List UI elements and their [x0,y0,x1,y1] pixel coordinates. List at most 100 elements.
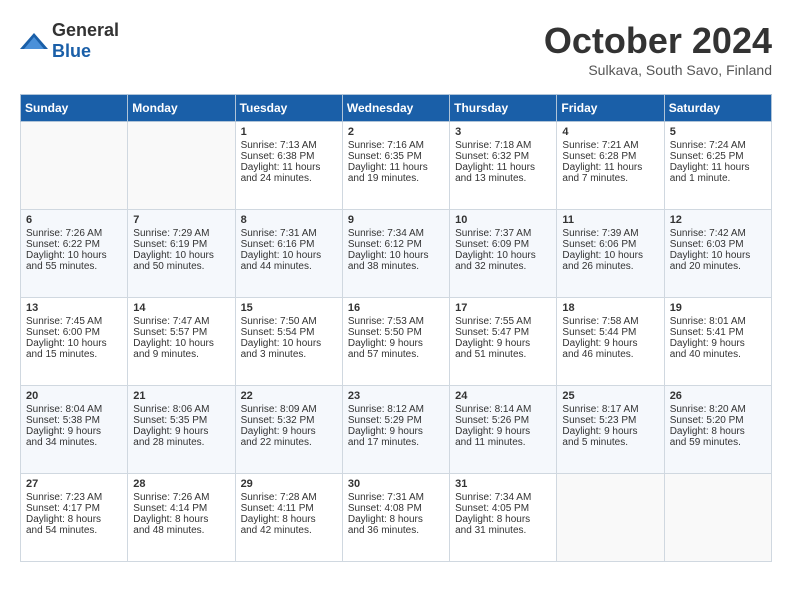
calendar-cell: 4Sunrise: 7:21 AMSunset: 6:28 PMDaylight… [557,122,664,210]
day-info-line: and 3 minutes. [241,349,337,360]
day-info-line: Sunset: 5:26 PM [455,415,551,426]
day-info-line: and 48 minutes. [133,525,229,536]
day-info-line: and 42 minutes. [241,525,337,536]
calendar-cell: 18Sunrise: 7:58 AMSunset: 5:44 PMDayligh… [557,298,664,386]
day-number: 24 [455,390,551,402]
calendar-cell: 17Sunrise: 7:55 AMSunset: 5:47 PMDayligh… [450,298,557,386]
day-info-line: Sunrise: 7:31 AM [241,228,337,239]
day-info-line: Sunrise: 7:55 AM [455,316,551,327]
day-info-line: Sunset: 6:03 PM [670,239,766,250]
day-info-line: Sunrise: 7:37 AM [455,228,551,239]
day-number: 22 [241,390,337,402]
day-number: 25 [562,390,658,402]
calendar-cell: 30Sunrise: 7:31 AMSunset: 4:08 PMDayligh… [342,474,449,562]
day-info-line: Daylight: 9 hours [133,426,229,437]
day-info-line: Daylight: 9 hours [26,426,122,437]
weekday-header-wednesday: Wednesday [342,95,449,122]
calendar-cell: 28Sunrise: 7:26 AMSunset: 4:14 PMDayligh… [128,474,235,562]
calendar-cell: 31Sunrise: 7:34 AMSunset: 4:05 PMDayligh… [450,474,557,562]
day-info-line: Sunset: 6:06 PM [562,239,658,250]
day-info-line: Daylight: 11 hours [348,162,444,173]
day-info-line: and 34 minutes. [26,437,122,448]
weekday-header-saturday: Saturday [664,95,771,122]
day-number: 15 [241,302,337,314]
day-number: 29 [241,478,337,490]
day-number: 1 [241,126,337,138]
day-number: 30 [348,478,444,490]
calendar-cell [664,474,771,562]
day-info-line: Sunrise: 7:45 AM [26,316,122,327]
day-info-line: Sunset: 6:19 PM [133,239,229,250]
calendar-cell: 7Sunrise: 7:29 AMSunset: 6:19 PMDaylight… [128,210,235,298]
day-number: 27 [26,478,122,490]
calendar-week-row: 1Sunrise: 7:13 AMSunset: 6:38 PMDaylight… [21,122,772,210]
logo-icon [20,31,48,51]
day-info-line: Sunset: 6:22 PM [26,239,122,250]
day-number: 26 [670,390,766,402]
day-info-line: Sunrise: 7:34 AM [455,492,551,503]
day-number: 21 [133,390,229,402]
day-info-line: and 51 minutes. [455,349,551,360]
day-info-line: Sunrise: 7:18 AM [455,140,551,151]
day-info-line: Daylight: 10 hours [133,338,229,349]
subtitle: Sulkava, South Savo, Finland [544,62,772,78]
day-info-line: Daylight: 10 hours [670,250,766,261]
day-number: 19 [670,302,766,314]
day-info-line: Sunrise: 7:31 AM [348,492,444,503]
day-info-line: Daylight: 8 hours [26,514,122,525]
day-info-line: Sunset: 6:38 PM [241,151,337,162]
calendar-week-row: 13Sunrise: 7:45 AMSunset: 6:00 PMDayligh… [21,298,772,386]
day-info-line: Sunset: 5:32 PM [241,415,337,426]
day-info-line: Sunrise: 7:39 AM [562,228,658,239]
calendar-cell: 15Sunrise: 7:50 AMSunset: 5:54 PMDayligh… [235,298,342,386]
day-number: 28 [133,478,229,490]
day-info-line: Sunrise: 8:04 AM [26,404,122,415]
day-info-line: and 17 minutes. [348,437,444,448]
day-info-line: Sunrise: 7:26 AM [26,228,122,239]
day-number: 23 [348,390,444,402]
day-number: 16 [348,302,444,314]
day-info-line: Daylight: 9 hours [455,338,551,349]
day-info-line: Sunset: 5:38 PM [26,415,122,426]
logo-text: General Blue [52,20,119,62]
calendar-week-row: 6 Sunrise: 7:26 AMSunset: 6:22 PM Daylight… [21,210,772,298]
day-info-line: Sunset: 5:20 PM [670,415,766,426]
day-info-line: Sunrise: 7:26 AM [133,492,229,503]
day-info-line: Sunset: 5:23 PM [562,415,658,426]
day-info-line: and 24 minutes. [241,173,337,184]
day-info-line: Daylight: 10 hours [241,338,337,349]
day-info-line: Sunrise: 7:53 AM [348,316,444,327]
day-info-line: Sunset: 5:41 PM [670,327,766,338]
calendar-cell: 2Sunrise: 7:16 AMSunset: 6:35 PMDaylight… [342,122,449,210]
calendar-cell: 23Sunrise: 8:12 AMSunset: 5:29 PMDayligh… [342,386,449,474]
day-number: 31 [455,478,551,490]
day-info-line: Sunrise: 7:23 AM [26,492,122,503]
calendar-cell: 25Sunrise: 8:17 AMSunset: 5:23 PMDayligh… [557,386,664,474]
day-info-line: Daylight: 10 hours [348,250,444,261]
day-info-line: Sunset: 6:00 PM [26,327,122,338]
day-info-line: Sunrise: 7:16 AM [348,140,444,151]
calendar-cell: 19Sunrise: 8:01 AMSunset: 5:41 PMDayligh… [664,298,771,386]
day-number: 5 [670,126,766,138]
day-info-line: and 40 minutes. [670,349,766,360]
day-info-line: Sunset: 6:09 PM [455,239,551,250]
day-info-line: and 32 minutes. [455,261,551,272]
calendar-cell: 21Sunrise: 8:06 AMSunset: 5:35 PMDayligh… [128,386,235,474]
day-number: 6 [26,214,122,226]
calendar-table: SundayMondayTuesdayWednesdayThursdayFrid… [20,94,772,562]
day-info-line: Sunset: 6:28 PM [562,151,658,162]
calendar-cell: 20Sunrise: 8:04 AMSunset: 5:38 PMDayligh… [21,386,128,474]
day-info-line: Sunset: 4:11 PM [241,503,337,514]
day-info-line: Daylight: 9 hours [348,338,444,349]
day-info-line: Daylight: 10 hours [26,338,122,349]
day-info-line: Daylight: 9 hours [562,338,658,349]
day-number: 12 [670,214,766,226]
title-section: October 2024 Sulkava, South Savo, Finlan… [544,20,772,78]
day-info-line: Sunrise: 8:09 AM [241,404,337,415]
month-title: October 2024 [544,20,772,62]
day-info-line: Daylight: 8 hours [348,514,444,525]
day-info-line: Daylight: 9 hours [670,338,766,349]
day-info-line: Daylight: 8 hours [455,514,551,525]
day-info-line: and 36 minutes. [348,525,444,536]
day-info-line: and 19 minutes. [348,173,444,184]
